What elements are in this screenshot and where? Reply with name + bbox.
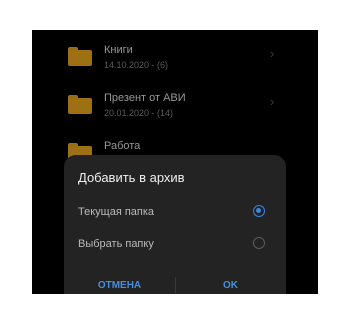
ok-button[interactable]: OK [175,275,286,294]
radio-button[interactable] [253,237,265,249]
add-to-archive-dialog: Добавить в архив Текущая папка Выбрать п… [64,155,286,294]
dialog-title: Добавить в архив [78,170,185,185]
option-label: Выбрать папку [78,238,154,250]
option-choose-folder[interactable]: Выбрать папку [64,232,286,258]
option-label: Текущая папка [78,206,155,218]
cancel-button[interactable]: ОТМЕНА [64,275,175,294]
radio-button-selected[interactable] [253,205,265,217]
option-current-folder[interactable]: Текущая папка [64,200,286,226]
file-manager-screen: Книги 14.10.2020 - (6) › Презент от АВИ … [32,30,318,294]
